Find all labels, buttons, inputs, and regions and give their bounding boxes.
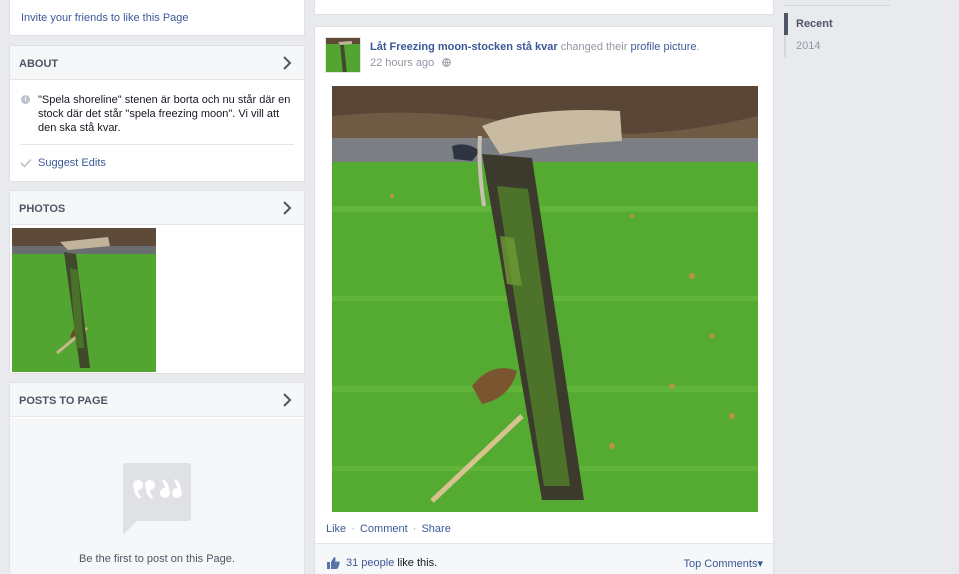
story-punctuation: . (696, 41, 700, 53)
about-card: ABOUT i "Spela shoreline" stenen är bort… (9, 45, 305, 182)
checkmark-icon (20, 158, 32, 168)
story-photo[interactable] (332, 86, 758, 512)
likes-count-link[interactable]: 31 people (346, 557, 394, 569)
divider (20, 144, 294, 145)
chevron-right-icon[interactable] (280, 392, 294, 408)
previous-story-stub (314, 0, 774, 15)
story-verb: changed their (557, 41, 631, 53)
scrubber-divider (784, 5, 890, 6)
invite-friends-link[interactable]: Invite your friends to like this Page (21, 12, 189, 24)
about-title: ABOUT (19, 58, 59, 70)
about-header[interactable]: ABOUT (10, 46, 304, 80)
timeline-scrubber: Recent 2014 (784, 13, 894, 57)
photos-title: PHOTOS (19, 203, 66, 215)
story-actions: Like · Comment · Share (326, 523, 451, 535)
scrubber-item-recent[interactable]: Recent (784, 13, 894, 35)
posts-title: POSTS TO PAGE (19, 395, 108, 407)
separator: · (351, 523, 355, 535)
invite-card: Invite your friends to like this Page (9, 0, 305, 36)
quote-bubble-icon (123, 463, 191, 535)
separator: · (412, 523, 417, 535)
like-button[interactable]: Like (326, 523, 346, 535)
globe-icon[interactable] (442, 58, 452, 67)
page-name-link[interactable]: Låt Freezing moon-stocken stå kvar (370, 41, 558, 53)
suggest-edits-link[interactable]: Suggest Edits (38, 157, 106, 169)
avatar[interactable] (325, 37, 361, 73)
photos-card: PHOTOS (9, 190, 305, 374)
likes-suffix: like this. (394, 557, 438, 569)
photo-thumbnail[interactable] (12, 228, 156, 372)
chevron-right-icon[interactable] (280, 200, 294, 216)
photos-header[interactable]: PHOTOS (10, 191, 304, 225)
chevron-down-icon: ▾ (757, 558, 763, 570)
profile-picture-link[interactable]: profile picture (630, 41, 696, 53)
top-comments-label: Top Comments (683, 558, 758, 570)
story-headline: Låt Freezing moon-stocken stå kvar chang… (370, 41, 700, 53)
story-meta: 22 hours ago (370, 57, 452, 69)
posts-header[interactable]: POSTS TO PAGE (10, 383, 304, 417)
likes-summary: 31 people like this. (346, 557, 437, 569)
feedback-bar: 31 people like this. Top Comments▾ (315, 543, 773, 574)
thumbs-up-icon (327, 557, 340, 569)
timestamp[interactable]: 22 hours ago (370, 57, 434, 69)
comment-button[interactable]: Comment (360, 523, 408, 535)
feed-story: Låt Freezing moon-stocken stå kvar chang… (314, 26, 774, 574)
posts-to-page-card: POSTS TO PAGE Be the first to post on th… (9, 382, 305, 574)
info-icon: i (21, 95, 30, 104)
chevron-right-icon[interactable] (280, 55, 294, 71)
share-button[interactable]: Share (421, 523, 450, 535)
posts-empty-text: Be the first to post on this Page. (79, 553, 235, 565)
top-comments-dropdown[interactable]: Top Comments▾ (683, 557, 763, 570)
about-description: "Spela shoreline" stenen är borta och nu… (38, 94, 291, 134)
scrubber-item-2014[interactable]: 2014 (784, 35, 894, 57)
